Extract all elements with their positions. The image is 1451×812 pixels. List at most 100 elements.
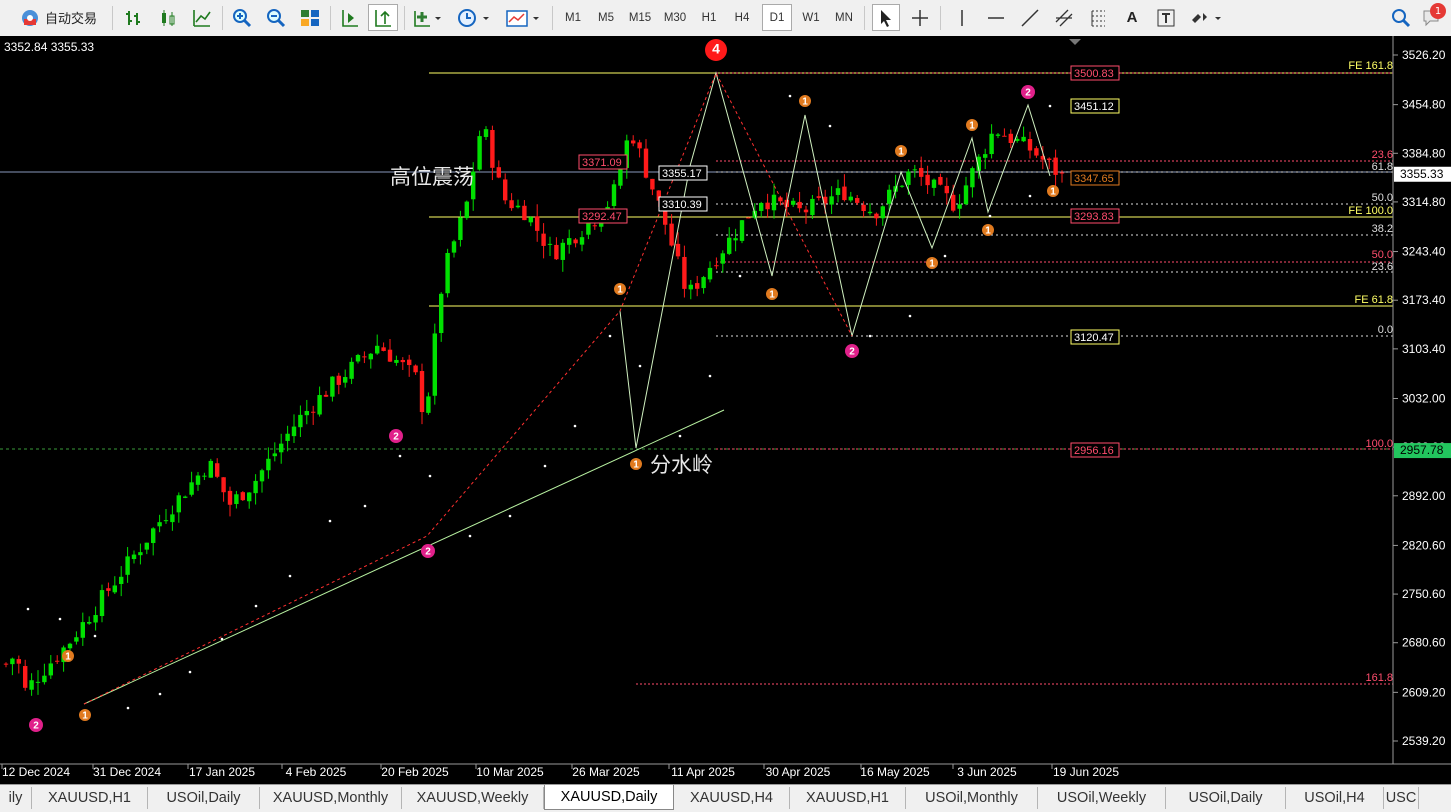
- timeframe-m15[interactable]: M15: [624, 4, 656, 31]
- autotrade-button[interactable]: 自动交易: [10, 4, 106, 31]
- indicators-button[interactable]: [410, 4, 446, 31]
- cursor-button[interactable]: [872, 4, 900, 31]
- candle-body: [963, 185, 969, 205]
- time-tick-label: 31 Dec 2024: [93, 765, 161, 779]
- chart-tab[interactable]: XAUUSD,Daily: [544, 785, 674, 810]
- equidistant-channel-button[interactable]: [1050, 4, 1078, 31]
- candle-body: [144, 542, 149, 550]
- chart-tab[interactable]: XAUUSD,H1: [790, 787, 906, 809]
- notifications-button[interactable]: 1: [1418, 3, 1448, 31]
- candle-body: [829, 196, 834, 205]
- horizontal-line-button[interactable]: [982, 4, 1010, 31]
- wave-label-2: 2: [33, 721, 39, 732]
- parabolic-sar-dot: [328, 519, 332, 523]
- candle-body: [304, 411, 309, 416]
- chart-tab[interactable]: ily: [0, 787, 32, 809]
- timeframe-m5[interactable]: M5: [591, 4, 621, 31]
- candle-body: [439, 293, 444, 334]
- price-chart[interactable]: 3500.83 3451.12 3347.65 3293.83 3120.47 2956.…: [0, 36, 1451, 784]
- candle-body: [496, 167, 501, 178]
- chart-tab[interactable]: XAUUSD,H1: [32, 787, 148, 809]
- timeframe-h1[interactable]: H1: [694, 4, 724, 31]
- candle-body: [1047, 158, 1052, 160]
- candle-body: [803, 209, 809, 213]
- templates-button[interactable]: [502, 4, 544, 31]
- vertical-line-button[interactable]: [948, 4, 976, 31]
- parabolic-sar-dot: [428, 474, 432, 478]
- parabolic-sar-dot: [738, 274, 742, 278]
- candle-body: [35, 681, 41, 683]
- zoom-in-button[interactable]: [228, 4, 256, 31]
- parabolic-sar-dot: [93, 634, 97, 638]
- chart-tab[interactable]: XAUUSD,H4: [674, 787, 790, 809]
- text-label-button[interactable]: [1152, 4, 1180, 31]
- price-tick-label: 3526.20: [1402, 48, 1446, 62]
- candle-body: [522, 205, 527, 221]
- candle-body: [707, 267, 713, 280]
- chart-shift-marker[interactable]: [1069, 39, 1081, 45]
- candle-body: [528, 217, 533, 223]
- candle-body: [477, 136, 482, 170]
- arrows-button[interactable]: [1186, 4, 1226, 31]
- candle-body: [573, 239, 578, 244]
- chart-tab[interactable]: XAUUSD,Weekly: [402, 787, 544, 809]
- chart-tab[interactable]: USOil,Daily: [148, 787, 260, 809]
- price-tick-label: 3314.80: [1402, 195, 1446, 209]
- time-tick-label: 4 Feb 2025: [286, 765, 347, 779]
- parabolic-sar-dot: [908, 314, 912, 318]
- candle-body: [48, 663, 53, 676]
- chart-tab[interactable]: USOil,Daily: [1166, 787, 1286, 809]
- periods-button[interactable]: [454, 4, 494, 31]
- price-box-fe-base: 2956.16: [1074, 445, 1114, 457]
- candlestick-button[interactable]: [154, 4, 182, 31]
- candle-body: [259, 470, 265, 482]
- timeframe-d1[interactable]: D1: [762, 4, 792, 31]
- chart-tab[interactable]: USOil,Monthly: [906, 787, 1038, 809]
- candle-body: [394, 359, 399, 363]
- candle-body: [163, 520, 169, 522]
- timeframe-h4[interactable]: H4: [727, 4, 757, 31]
- text-tool-button[interactable]: A: [1118, 4, 1146, 31]
- candle-body: [176, 495, 181, 513]
- autoscroll-button[interactable]: [368, 4, 398, 31]
- candle-body: [10, 658, 15, 665]
- candle-body: [848, 196, 853, 201]
- price-box-fib-mid: 3292.47: [582, 211, 622, 223]
- candle-body: [253, 480, 258, 494]
- bar-chart-button[interactable]: [120, 4, 148, 31]
- trendline-button[interactable]: [1016, 4, 1044, 31]
- zoom-out-button[interactable]: [262, 4, 290, 31]
- candle-body: [119, 576, 124, 584]
- fibonacci-button[interactable]: [1084, 4, 1112, 31]
- fib-label: 50.0: [1372, 192, 1393, 204]
- candle-body: [816, 196, 821, 198]
- text-tool-icon: A: [1126, 9, 1138, 26]
- timeframe-m1[interactable]: M1: [558, 4, 588, 31]
- chart-canvas[interactable]: 3500.83 3451.12 3347.65 3293.83 3120.47 2956.…: [0, 36, 1451, 784]
- candle-body: [67, 643, 73, 649]
- chart-tab[interactable]: USOil,H4: [1286, 787, 1384, 809]
- fib-label: FE 100.0: [1348, 205, 1393, 217]
- wave-label-1: 1: [898, 147, 904, 158]
- candle-body: [919, 167, 924, 177]
- chart-tab[interactable]: USOil,Weekly: [1038, 787, 1166, 809]
- candle-body: [1002, 135, 1007, 137]
- candle-body: [586, 223, 591, 235]
- timeframe-mn[interactable]: MN: [829, 4, 859, 31]
- crosshair-button[interactable]: [906, 4, 934, 31]
- chart-tab[interactable]: XAUUSD,Monthly: [260, 787, 402, 809]
- tile-windows-button[interactable]: [296, 4, 324, 31]
- candle-body: [855, 198, 860, 203]
- autotrade-label: 自动交易: [44, 12, 97, 27]
- candle-body: [1059, 172, 1065, 174]
- wave-label-1: 1: [1050, 187, 1056, 198]
- candle-body: [714, 265, 719, 267]
- timeframe-w1[interactable]: W1: [796, 4, 826, 31]
- wave-label-2: 2: [393, 432, 399, 443]
- chart-tab[interactable]: USC: [1384, 787, 1419, 809]
- timeframe-m30[interactable]: M30: [659, 4, 691, 31]
- line-chart-button[interactable]: [188, 4, 216, 31]
- search-button[interactable]: [1388, 4, 1414, 31]
- chart-shift-button[interactable]: [336, 4, 364, 31]
- parabolic-sar-dot: [220, 637, 224, 641]
